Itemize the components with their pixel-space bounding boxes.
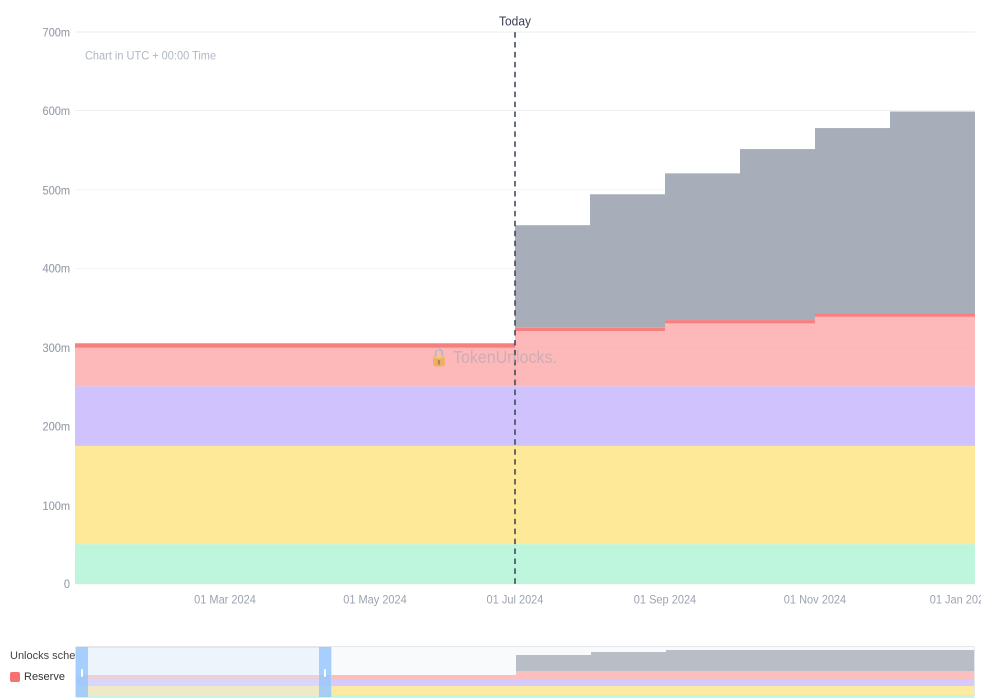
svg-text:01 Jul 2024: 01 Jul 2024 bbox=[487, 594, 544, 607]
reserve-color bbox=[10, 672, 20, 682]
svg-text:500m: 500m bbox=[42, 185, 70, 198]
svg-text:600m: 600m bbox=[42, 105, 70, 118]
svg-text:01 Nov 2024: 01 Nov 2024 bbox=[784, 594, 847, 607]
svg-text:100m: 100m bbox=[42, 500, 70, 513]
timeline-navigator[interactable] bbox=[75, 646, 975, 698]
svg-text:01 Sep 2024: 01 Sep 2024 bbox=[634, 594, 697, 607]
chart-area: 700m 600m 500m 400m 300m 200m 100m 0 Cha… bbox=[10, 10, 981, 639]
svg-text:0: 0 bbox=[64, 579, 70, 592]
svg-text:01 Jan 2025: 01 Jan 2025 bbox=[930, 594, 981, 607]
svg-text:400m: 400m bbox=[42, 263, 70, 276]
svg-text:Today: Today bbox=[499, 14, 532, 29]
svg-text:01 May 2024: 01 May 2024 bbox=[343, 594, 407, 607]
svg-text:🔒 TokenUnlocks.: 🔒 TokenUnlocks. bbox=[429, 347, 557, 367]
svg-text:700m: 700m bbox=[42, 27, 70, 40]
chart-container: 700m 600m 500m 400m 300m 200m 100m 0 Cha… bbox=[0, 0, 991, 690]
reserve-label: Reserve bbox=[24, 671, 65, 683]
main-chart-svg: 700m 600m 500m 400m 300m 200m 100m 0 Cha… bbox=[10, 10, 981, 639]
svg-text:200m: 200m bbox=[42, 421, 70, 434]
svg-text:01 Mar 2024: 01 Mar 2024 bbox=[194, 594, 256, 607]
svg-text:300m: 300m bbox=[42, 343, 70, 356]
svg-text:Chart in UTC + 00:00 Time: Chart in UTC + 00:00 Time bbox=[85, 50, 216, 63]
